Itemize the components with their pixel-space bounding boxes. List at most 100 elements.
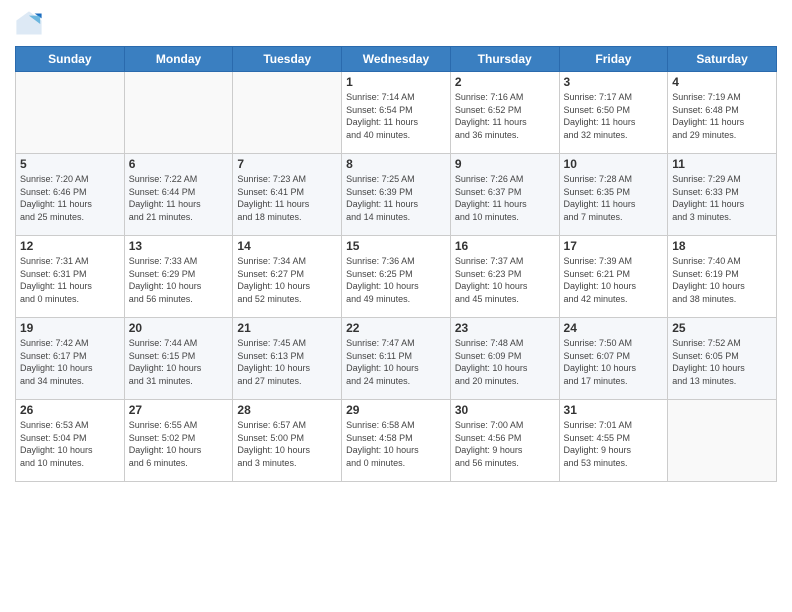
calendar-cell: 16Sunrise: 7:37 AM Sunset: 6:23 PM Dayli… bbox=[450, 236, 559, 318]
calendar-cell: 31 Sunrise: 7:01 AM Sunset: 4:55 PM Dayli… bbox=[559, 400, 668, 482]
calendar-cell: 17 Sunrise: 7:39 AM Sunset: 6:21 PM Dayli… bbox=[559, 236, 668, 318]
calendar-cell: 29Sunrise: 6:58 AM Sunset: 4:58 PM Dayli… bbox=[342, 400, 451, 482]
day-number: 13 bbox=[129, 239, 229, 253]
weekday-header-row: SundayMondayTuesdayWednesdayThursdayFrid… bbox=[16, 47, 777, 72]
day-info: Sunrise: 7:25 AM Sunset: 6:39 PM Dayligh… bbox=[346, 173, 446, 223]
day-number: 10 bbox=[564, 157, 664, 171]
calendar-cell: 26 Sunrise: 6:53 AM Sunset: 5:04 PM Dayli… bbox=[16, 400, 125, 482]
day-number: 17 bbox=[564, 239, 664, 253]
day-info: Sunrise: 6:58 AM Sunset: 4:58 PM Dayligh… bbox=[346, 419, 446, 469]
day-info: Sunrise: 7:47 AM Sunset: 6:11 PM Dayligh… bbox=[346, 337, 446, 387]
day-info: Sunrise: 7:00 AM Sunset: 4:56 PM Dayligh… bbox=[455, 419, 555, 469]
day-number: 22 bbox=[346, 321, 446, 335]
logo bbox=[15, 10, 47, 38]
calendar-cell: 22 Sunrise: 7:47 AM Sunset: 6:11 PM Dayli… bbox=[342, 318, 451, 400]
day-info: Sunrise: 7:14 AM Sunset: 6:54 PM Dayligh… bbox=[346, 91, 446, 141]
calendar-cell: 4Sunrise: 7:19 AM Sunset: 6:48 PM Daylig… bbox=[668, 72, 777, 154]
weekday-header: Saturday bbox=[668, 47, 777, 72]
day-info: Sunrise: 7:33 AM Sunset: 6:29 PM Dayligh… bbox=[129, 255, 229, 305]
day-info: Sunrise: 7:23 AM Sunset: 6:41 PM Dayligh… bbox=[237, 173, 337, 223]
calendar-cell: 3 Sunrise: 7:17 AM Sunset: 6:50 PM Daylig… bbox=[559, 72, 668, 154]
day-info: Sunrise: 7:39 AM Sunset: 6:21 PM Dayligh… bbox=[564, 255, 664, 305]
weekday-header: Wednesday bbox=[342, 47, 451, 72]
day-number: 11 bbox=[672, 157, 772, 171]
day-info: Sunrise: 7:50 AM Sunset: 6:07 PM Dayligh… bbox=[564, 337, 664, 387]
calendar-cell bbox=[233, 72, 342, 154]
calendar-cell: 12 Sunrise: 7:31 AM Sunset: 6:31 PM Dayli… bbox=[16, 236, 125, 318]
day-info: Sunrise: 7:52 AM Sunset: 6:05 PM Dayligh… bbox=[672, 337, 772, 387]
day-number: 15 bbox=[346, 239, 446, 253]
day-number: 2 bbox=[455, 75, 555, 89]
day-number: 26 bbox=[20, 403, 120, 417]
calendar-cell: 2 Sunrise: 7:16 AM Sunset: 6:52 PM Daylig… bbox=[450, 72, 559, 154]
day-number: 3 bbox=[564, 75, 664, 89]
calendar-week-row: 26 Sunrise: 6:53 AM Sunset: 5:04 PM Dayli… bbox=[16, 400, 777, 482]
calendar-cell: 7Sunrise: 7:23 AM Sunset: 6:41 PM Daylig… bbox=[233, 154, 342, 236]
logo-icon bbox=[15, 10, 43, 38]
calendar-cell: 1 Sunrise: 7:14 AM Sunset: 6:54 PM Daylig… bbox=[342, 72, 451, 154]
calendar-cell: 24Sunrise: 7:50 AM Sunset: 6:07 PM Dayli… bbox=[559, 318, 668, 400]
day-info: Sunrise: 7:17 AM Sunset: 6:50 PM Dayligh… bbox=[564, 91, 664, 141]
weekday-header: Thursday bbox=[450, 47, 559, 72]
day-info: Sunrise: 7:31 AM Sunset: 6:31 PM Dayligh… bbox=[20, 255, 120, 305]
calendar-cell: 18Sunrise: 7:40 AM Sunset: 6:19 PM Dayli… bbox=[668, 236, 777, 318]
calendar-cell bbox=[16, 72, 125, 154]
calendar-cell: 6Sunrise: 7:22 AM Sunset: 6:44 PM Daylig… bbox=[124, 154, 233, 236]
calendar-week-row: 5Sunrise: 7:20 AM Sunset: 6:46 PM Daylig… bbox=[16, 154, 777, 236]
day-number: 21 bbox=[237, 321, 337, 335]
day-number: 12 bbox=[20, 239, 120, 253]
weekday-header: Tuesday bbox=[233, 47, 342, 72]
calendar-cell: 19Sunrise: 7:42 AM Sunset: 6:17 PM Dayli… bbox=[16, 318, 125, 400]
day-info: Sunrise: 7:36 AM Sunset: 6:25 PM Dayligh… bbox=[346, 255, 446, 305]
day-number: 31 bbox=[564, 403, 664, 417]
calendar-cell: 27 Sunrise: 6:55 AM Sunset: 5:02 PM Dayli… bbox=[124, 400, 233, 482]
calendar-cell bbox=[668, 400, 777, 482]
calendar-cell: 30 Sunrise: 7:00 AM Sunset: 4:56 PM Dayli… bbox=[450, 400, 559, 482]
calendar-cell: 25 Sunrise: 7:52 AM Sunset: 6:05 PM Dayli… bbox=[668, 318, 777, 400]
calendar-table: SundayMondayTuesdayWednesdayThursdayFrid… bbox=[15, 46, 777, 482]
day-info: Sunrise: 7:45 AM Sunset: 6:13 PM Dayligh… bbox=[237, 337, 337, 387]
day-info: Sunrise: 7:48 AM Sunset: 6:09 PM Dayligh… bbox=[455, 337, 555, 387]
day-number: 23 bbox=[455, 321, 555, 335]
day-info: Sunrise: 7:22 AM Sunset: 6:44 PM Dayligh… bbox=[129, 173, 229, 223]
header bbox=[15, 10, 777, 38]
day-info: Sunrise: 7:20 AM Sunset: 6:46 PM Dayligh… bbox=[20, 173, 120, 223]
day-number: 20 bbox=[129, 321, 229, 335]
calendar-cell: 21 Sunrise: 7:45 AM Sunset: 6:13 PM Dayli… bbox=[233, 318, 342, 400]
day-info: Sunrise: 6:57 AM Sunset: 5:00 PM Dayligh… bbox=[237, 419, 337, 469]
weekday-header: Sunday bbox=[16, 47, 125, 72]
day-number: 27 bbox=[129, 403, 229, 417]
day-info: Sunrise: 7:28 AM Sunset: 6:35 PM Dayligh… bbox=[564, 173, 664, 223]
day-info: Sunrise: 7:01 AM Sunset: 4:55 PM Dayligh… bbox=[564, 419, 664, 469]
calendar-cell: 20Sunrise: 7:44 AM Sunset: 6:15 PM Dayli… bbox=[124, 318, 233, 400]
calendar-week-row: 19Sunrise: 7:42 AM Sunset: 6:17 PM Dayli… bbox=[16, 318, 777, 400]
calendar-cell: 8 Sunrise: 7:25 AM Sunset: 6:39 PM Daylig… bbox=[342, 154, 451, 236]
calendar-cell: 5Sunrise: 7:20 AM Sunset: 6:46 PM Daylig… bbox=[16, 154, 125, 236]
day-number: 25 bbox=[672, 321, 772, 335]
day-number: 9 bbox=[455, 157, 555, 171]
calendar-cell: 23 Sunrise: 7:48 AM Sunset: 6:09 PM Dayli… bbox=[450, 318, 559, 400]
day-number: 1 bbox=[346, 75, 446, 89]
day-info: Sunrise: 7:16 AM Sunset: 6:52 PM Dayligh… bbox=[455, 91, 555, 141]
day-info: Sunrise: 7:26 AM Sunset: 6:37 PM Dayligh… bbox=[455, 173, 555, 223]
calendar-cell: 9 Sunrise: 7:26 AM Sunset: 6:37 PM Daylig… bbox=[450, 154, 559, 236]
day-info: Sunrise: 7:37 AM Sunset: 6:23 PM Dayligh… bbox=[455, 255, 555, 305]
day-info: Sunrise: 7:34 AM Sunset: 6:27 PM Dayligh… bbox=[237, 255, 337, 305]
calendar-cell bbox=[124, 72, 233, 154]
weekday-header: Friday bbox=[559, 47, 668, 72]
day-number: 28 bbox=[237, 403, 337, 417]
day-number: 8 bbox=[346, 157, 446, 171]
day-info: Sunrise: 7:29 AM Sunset: 6:33 PM Dayligh… bbox=[672, 173, 772, 223]
day-number: 14 bbox=[237, 239, 337, 253]
day-info: Sunrise: 6:55 AM Sunset: 5:02 PM Dayligh… bbox=[129, 419, 229, 469]
calendar-cell: 11 Sunrise: 7:29 AM Sunset: 6:33 PM Dayli… bbox=[668, 154, 777, 236]
calendar-cell: 15 Sunrise: 7:36 AM Sunset: 6:25 PM Dayli… bbox=[342, 236, 451, 318]
calendar-cell: 28 Sunrise: 6:57 AM Sunset: 5:00 PM Dayli… bbox=[233, 400, 342, 482]
calendar-cell: 14 Sunrise: 7:34 AM Sunset: 6:27 PM Dayli… bbox=[233, 236, 342, 318]
day-number: 4 bbox=[672, 75, 772, 89]
day-number: 18 bbox=[672, 239, 772, 253]
calendar-cell: 10 Sunrise: 7:28 AM Sunset: 6:35 PM Dayli… bbox=[559, 154, 668, 236]
day-number: 19 bbox=[20, 321, 120, 335]
day-number: 30 bbox=[455, 403, 555, 417]
day-info: Sunrise: 6:53 AM Sunset: 5:04 PM Dayligh… bbox=[20, 419, 120, 469]
